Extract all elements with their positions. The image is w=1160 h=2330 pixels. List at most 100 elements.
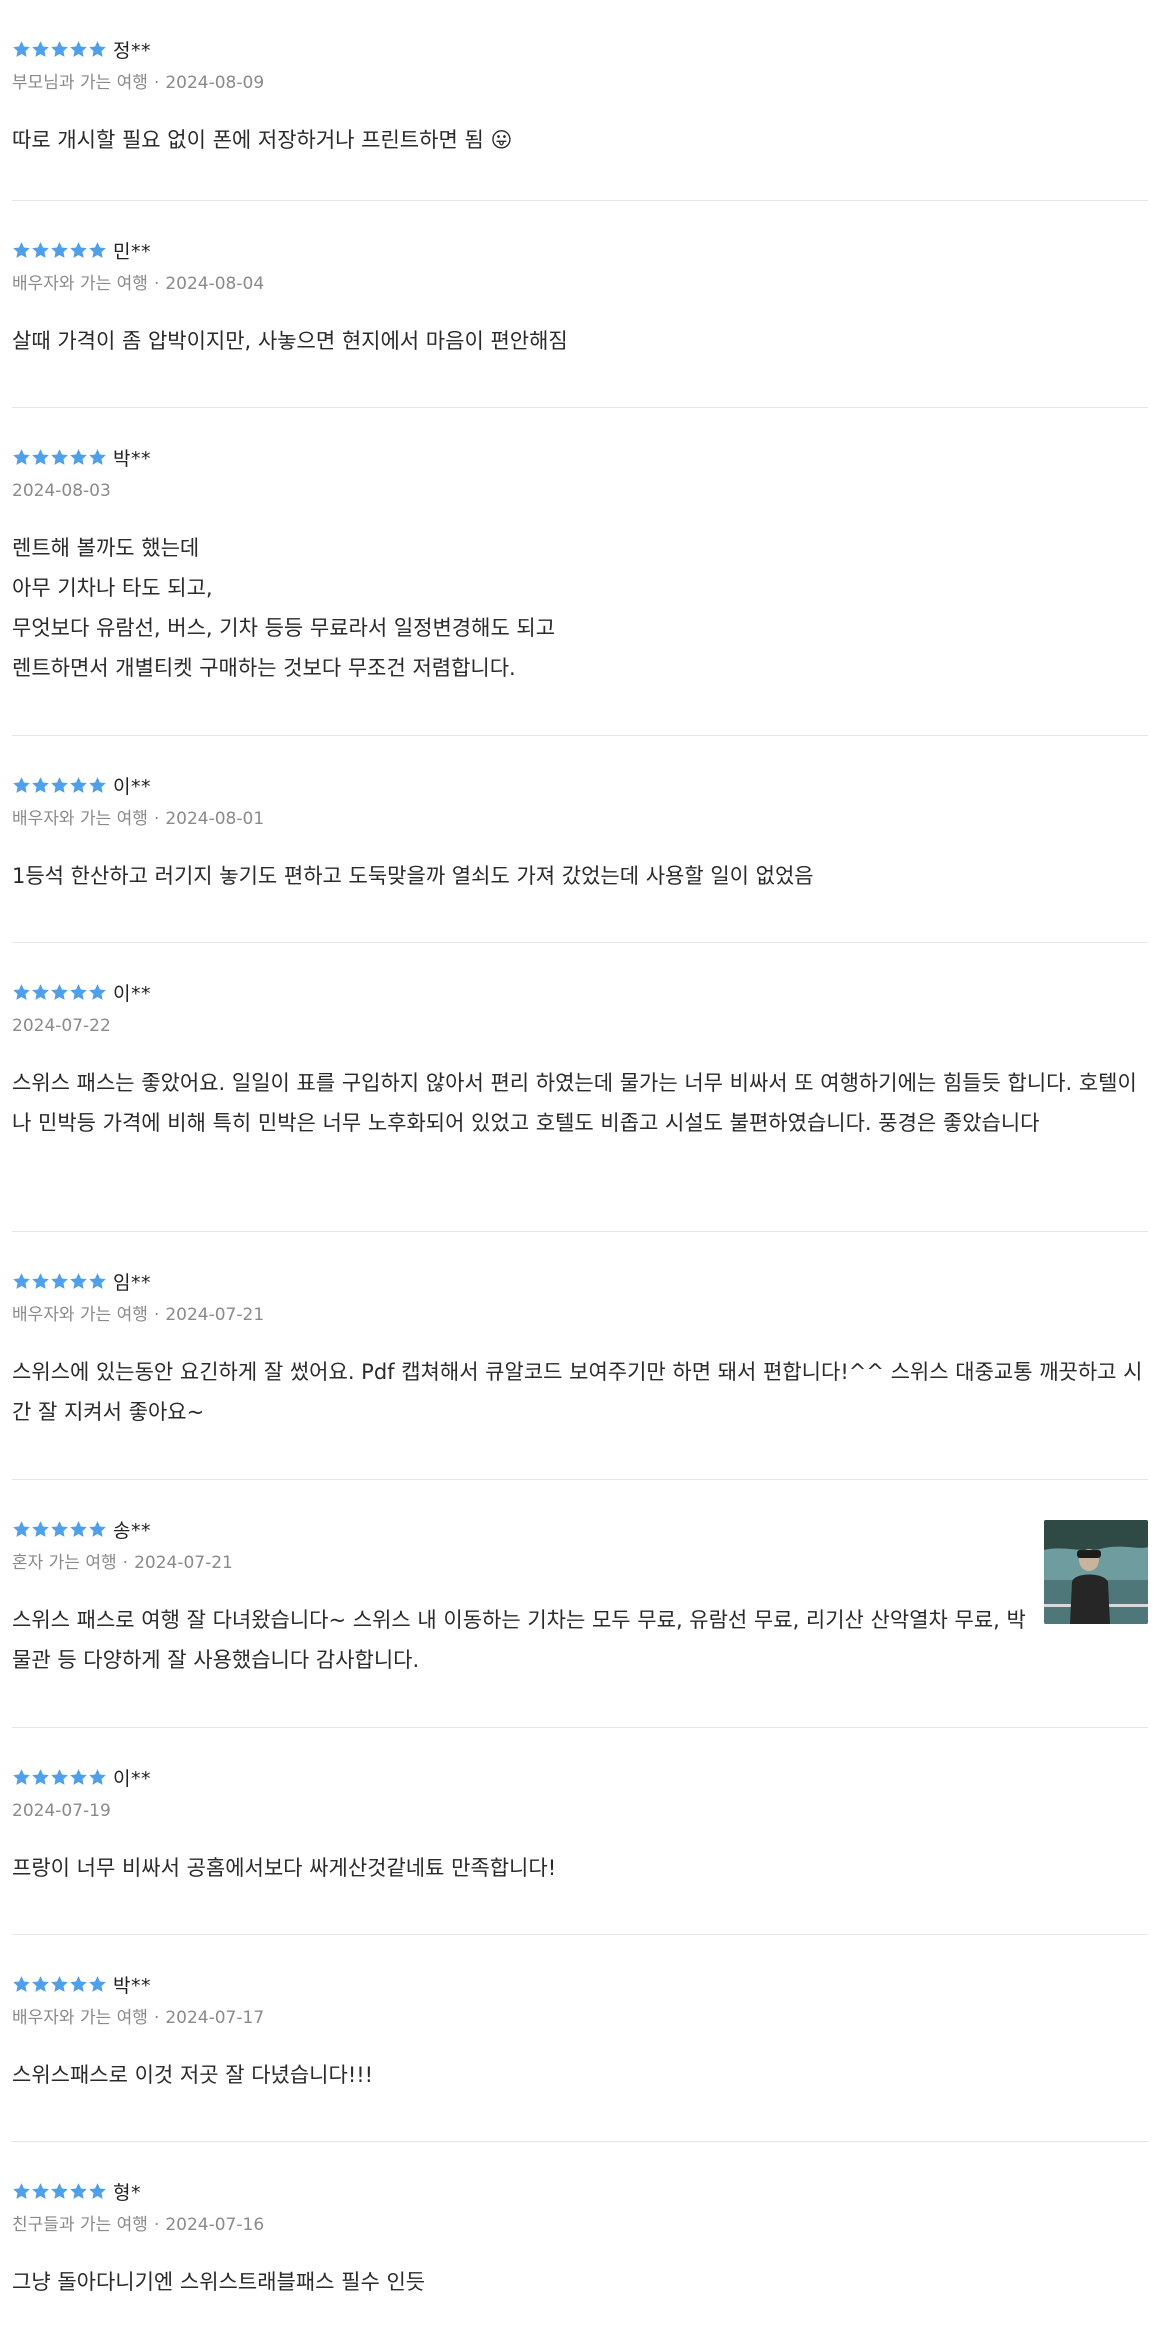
star-rating xyxy=(12,983,107,1002)
star-icon xyxy=(51,1272,68,1289)
star-icon xyxy=(70,1975,87,1992)
trip-type: 배우자와 가는 여행 xyxy=(12,2008,148,2028)
reviewer-name: 박** xyxy=(113,1974,151,1997)
reviewer-name: 임** xyxy=(113,1271,151,1294)
star-icon xyxy=(89,40,106,57)
star-icon xyxy=(70,241,87,258)
star-icon xyxy=(51,983,68,1000)
review-date: 2024-07-22 xyxy=(12,1016,111,1036)
star-rating xyxy=(12,1975,107,1994)
trip-type: 친구들과 가는 여행 xyxy=(12,2215,148,2235)
star-icon xyxy=(13,1768,30,1785)
review-text: 1등석 한산하고 러기지 놓기도 편하고 도둑맞을까 열쇠도 가져 갔었는데 사… xyxy=(12,864,814,888)
star-rating xyxy=(12,2182,107,2201)
star-icon xyxy=(70,1272,87,1289)
star-icon xyxy=(32,40,49,57)
star-icon xyxy=(13,1975,30,1992)
review-photo-thumbnail[interactable] xyxy=(1044,1520,1148,1624)
review-item: 형* 친구들과 가는 여행 · 2024-07-16 그냥 돌아다니기엔 스위스트래블패… xyxy=(12,2142,1148,2330)
meta-separator: · xyxy=(153,73,160,93)
star-rating xyxy=(12,448,107,467)
star-icon xyxy=(89,776,106,793)
review-meta: 혼자 가는 여행 · 2024-07-21 xyxy=(12,1552,1148,1574)
star-icon xyxy=(70,983,87,1000)
star-icon xyxy=(13,1520,30,1537)
star-icon xyxy=(89,2182,106,2199)
review-text: 스위스패스로 이것 저곳 잘 다녔습니다!!! xyxy=(12,2063,374,2087)
reviewer-name: 이** xyxy=(113,982,151,1005)
review-item: 이** 2024-07-19 프랑이 너무 비싸서 공홈에서보다 싸게산것같네툐 만… xyxy=(12,1728,1148,1935)
review-list: 정** 부모님과 가는 여행 · 2024-08-09 따로 개시할 필요 없이 폰에 … xyxy=(0,0,1160,2330)
review-text: 렌트해 볼까도 했는데 아무 기차나 타도 되고, 무엇보다 유람선, 버스, … xyxy=(12,536,556,680)
star-icon xyxy=(13,1272,30,1289)
review-date: 2024-08-01 xyxy=(165,809,265,829)
star-icon xyxy=(13,40,30,57)
reviewer-name: 이** xyxy=(113,775,151,798)
star-rating xyxy=(12,40,107,59)
star-icon xyxy=(89,983,106,1000)
review-date: 2024-08-04 xyxy=(165,274,265,294)
review-header: 정** xyxy=(12,36,1148,62)
star-icon xyxy=(51,40,68,57)
review-text: 살때 가격이 좀 압박이지만, 사놓으면 현지에서 마음이 편안해짐 xyxy=(12,329,568,353)
review-header: 이** xyxy=(12,979,1148,1005)
meta-separator: · xyxy=(153,274,160,294)
review-text: 스위스 패스로 여행 잘 다녀왔습니다~ 스위스 내 이동하는 기차는 모두 무… xyxy=(12,1608,1026,1672)
star-icon xyxy=(89,241,106,258)
star-icon xyxy=(13,448,30,465)
star-icon xyxy=(32,1520,49,1537)
star-icon xyxy=(32,1272,49,1289)
review-item: 박** 배우자와 가는 여행 · 2024-07-17 스위스패스로 이것 저곳 잘 다… xyxy=(12,1935,1148,2142)
review-item: 박** 2024-08-03 렌트해 볼까도 했는데 아무 기차나 타도 되고, 무… xyxy=(12,408,1148,736)
review-item: 이** 2024-07-22 스위스 패스는 좋았어요. 일일이 표를 구입하지 않… xyxy=(12,943,1148,1232)
review-header: 박** xyxy=(12,1971,1148,1997)
star-icon xyxy=(13,2182,30,2199)
reviewer-name: 형* xyxy=(113,2181,141,2204)
review-item: 이** 배우자와 가는 여행 · 2024-08-01 1등석 한산하고 러기지 놓기도… xyxy=(12,736,1148,943)
star-rating xyxy=(12,776,107,795)
star-icon xyxy=(13,983,30,1000)
review-header: 박** xyxy=(12,444,1148,470)
review-date: 2024-08-03 xyxy=(12,481,111,501)
review-meta: 배우자와 가는 여행 · 2024-08-01 xyxy=(12,808,1148,830)
star-icon xyxy=(51,2182,68,2199)
star-rating xyxy=(12,1272,107,1291)
reviewer-name: 송** xyxy=(113,1519,151,1542)
review-text: 프랑이 너무 비싸서 공홈에서보다 싸게산것같네툐 만족합니다! xyxy=(12,1856,557,1880)
review-date: 2024-07-21 xyxy=(165,1305,265,1325)
review-meta: 배우자와 가는 여행 · 2024-07-21 xyxy=(12,1304,1148,1326)
star-icon xyxy=(32,1768,49,1785)
star-icon xyxy=(89,1520,106,1537)
star-icon xyxy=(51,241,68,258)
star-icon xyxy=(70,40,87,57)
star-icon xyxy=(32,241,49,258)
star-icon xyxy=(89,1768,106,1785)
reviewer-name: 정** xyxy=(113,39,151,62)
star-icon xyxy=(89,1272,106,1289)
star-icon xyxy=(32,983,49,1000)
review-header: 이** xyxy=(12,1764,1148,1790)
review-date: 2024-07-21 xyxy=(134,1553,233,1573)
review-meta: 2024-07-19 xyxy=(12,1800,1148,1822)
star-icon xyxy=(13,776,30,793)
star-icon xyxy=(70,448,87,465)
review-meta: 배우자와 가는 여행 · 2024-08-04 xyxy=(12,273,1148,295)
review-header: 형* xyxy=(12,2178,1148,2204)
star-icon xyxy=(89,1975,106,1992)
star-icon xyxy=(51,1768,68,1785)
trip-type: 혼자 가는 여행 xyxy=(12,1553,117,1573)
star-icon xyxy=(32,1975,49,1992)
review-text: 스위스에 있는동안 요긴하게 잘 썼어요. Pdf 캡쳐해서 큐알코드 보여주기… xyxy=(12,1360,1143,1424)
star-icon xyxy=(51,1520,68,1537)
trip-type: 배우자와 가는 여행 xyxy=(12,809,148,829)
review-meta: 2024-07-22 xyxy=(12,1015,1148,1037)
meta-separator: · xyxy=(122,1553,129,1573)
review-text: 따로 개시할 필요 없이 폰에 저장하거나 프린트하면 됨 😛 xyxy=(12,128,513,152)
reviewer-name: 박** xyxy=(113,447,151,470)
review-item: 민** 배우자와 가는 여행 · 2024-08-04 살때 가격이 좀 압박이지만, … xyxy=(12,201,1148,408)
review-header: 임** xyxy=(12,1268,1148,1294)
star-icon xyxy=(13,241,30,258)
review-meta: 배우자와 가는 여행 · 2024-07-17 xyxy=(12,2007,1148,2029)
review-date: 2024-07-16 xyxy=(165,2215,265,2235)
reviewer-name: 민** xyxy=(113,240,151,263)
